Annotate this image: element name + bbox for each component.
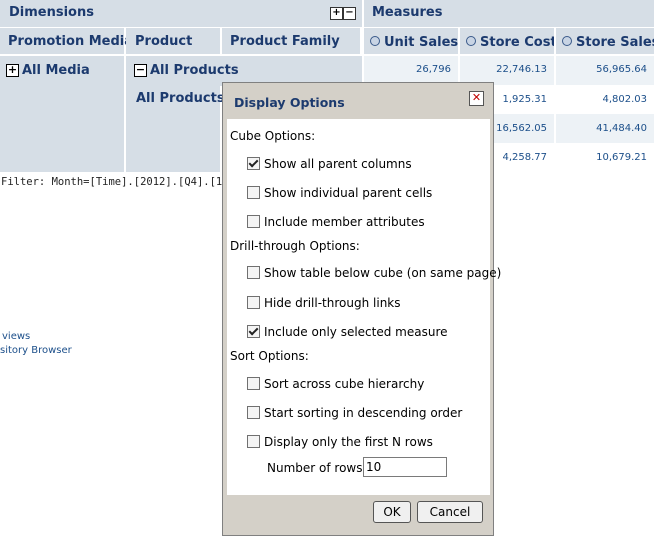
measures-header: Measures	[362, 0, 654, 28]
option-show-table-below-cube[interactable]: Show table below cube (on same page)	[247, 266, 501, 281]
column-header-product-family[interactable]: Product Family	[222, 28, 362, 56]
option-label: Hide drill-through links	[264, 296, 401, 310]
option-show-all-parent-columns[interactable]: Show all parent columns	[247, 157, 412, 172]
checkbox-hide-drill-links[interactable]	[247, 296, 260, 309]
views-link[interactable]: views	[2, 331, 30, 342]
option-label: Show all parent columns	[264, 157, 412, 171]
ok-button[interactable]: OK	[373, 501, 411, 523]
row-label-all-products[interactable]: All Products	[136, 91, 225, 106]
option-label: Sort across cube hierarchy	[264, 377, 425, 391]
row-label-all-media[interactable]: All Media	[22, 63, 90, 78]
data-cell: 41,484.40	[554, 114, 654, 143]
option-label: Show individual parent cells	[264, 186, 433, 200]
checkbox-include-only-selected-measure[interactable]	[247, 325, 260, 338]
data-cell: 56,965.64	[554, 56, 654, 85]
measure-header-unit-sales[interactable]: Unit Sales	[362, 28, 458, 56]
option-label: Start sorting in descending order	[264, 406, 463, 420]
column-header-label: Product Family	[230, 34, 340, 49]
number-of-rows-label: Number of rows:	[267, 461, 367, 475]
data-cell: 10,679.21	[554, 143, 654, 172]
collapse-all-icon[interactable]: −	[343, 7, 356, 20]
checkbox-include-member-attributes[interactable]	[247, 215, 260, 228]
filter-text: Filter: Month=[Time].[2012].[Q4].[12]	[1, 176, 235, 188]
column-header-label: Promotion Media	[8, 34, 134, 49]
column-header-label: Product	[135, 34, 193, 49]
sort-circle-icon[interactable]	[562, 36, 572, 46]
sort-circle-icon[interactable]	[370, 36, 380, 46]
data-cell: 22,746.13	[458, 56, 554, 85]
measure-header-label: Store Cost	[480, 35, 557, 50]
data-cell: 4,802.03	[554, 85, 654, 114]
sort-circle-icon[interactable]	[466, 36, 476, 46]
checkbox-start-descending[interactable]	[247, 406, 260, 419]
close-icon[interactable]: ✕	[469, 91, 484, 106]
option-label: Include member attributes	[264, 215, 425, 229]
dialog-title: Display Options	[234, 95, 345, 110]
checkbox-show-individual-parent-cells[interactable]	[247, 186, 260, 199]
expand-icon[interactable]: +	[6, 64, 19, 77]
measures-label: Measures	[372, 5, 443, 20]
section-drill-options: Drill-through Options:	[230, 239, 360, 253]
dimensions-label: Dimensions	[9, 5, 94, 20]
checkbox-sort-across-hierarchy[interactable]	[247, 377, 260, 390]
repository-browser-link[interactable]: sitory Browser	[0, 345, 72, 356]
expand-all-icon[interactable]: +	[330, 7, 343, 20]
option-start-descending[interactable]: Start sorting in descending order	[247, 406, 462, 421]
option-label: Include only selected measure	[264, 325, 448, 339]
checkbox-show-all-parent-columns[interactable]	[247, 157, 260, 170]
section-sort-options: Sort Options:	[230, 349, 309, 363]
measure-header-store-sales[interactable]: Store Sales	[554, 28, 654, 56]
option-label: Display only the first N rows	[264, 435, 433, 449]
column-header-product[interactable]: Product	[126, 28, 222, 56]
section-cube-options: Cube Options:	[230, 129, 316, 143]
option-label: Show table below cube (on same page)	[264, 266, 502, 280]
option-include-only-selected-measure[interactable]: Include only selected measure	[247, 325, 448, 340]
display-options-dialog: Display Options ✕ Cube Options: Show all…	[222, 82, 501, 536]
dialog-body: Cube Options: Show all parent columns Sh…	[227, 119, 501, 495]
dimensions-header: Dimensions + −	[0, 0, 362, 28]
option-hide-drill-links[interactable]: Hide drill-through links	[247, 296, 401, 311]
row-header-promotion-media: + All Media	[0, 56, 126, 172]
measure-header-store-cost[interactable]: Store Cost	[458, 28, 557, 56]
option-include-member-attributes[interactable]: Include member attributes	[247, 215, 425, 230]
checkbox-show-table-below-cube[interactable]	[247, 266, 260, 279]
row-label-all-products-expanded[interactable]: All Products	[150, 63, 239, 78]
collapse-icon[interactable]: −	[134, 64, 147, 77]
option-show-individual-parent-cells[interactable]: Show individual parent cells	[247, 186, 432, 201]
checkbox-display-first-n-rows[interactable]	[247, 435, 260, 448]
cancel-button[interactable]: Cancel	[417, 501, 483, 523]
option-display-first-n-rows[interactable]: Display only the first N rows	[247, 435, 433, 450]
measure-header-label: Store Sales	[576, 35, 654, 50]
column-header-promotion-media[interactable]: Promotion Media	[0, 28, 133, 56]
row-header-product-family: All Products	[126, 86, 225, 172]
measure-header-label: Unit Sales	[384, 35, 459, 50]
data-cell: 26,796	[362, 56, 458, 85]
number-of-rows-input[interactable]	[363, 457, 447, 477]
option-sort-across-hierarchy[interactable]: Sort across cube hierarchy	[247, 377, 424, 392]
